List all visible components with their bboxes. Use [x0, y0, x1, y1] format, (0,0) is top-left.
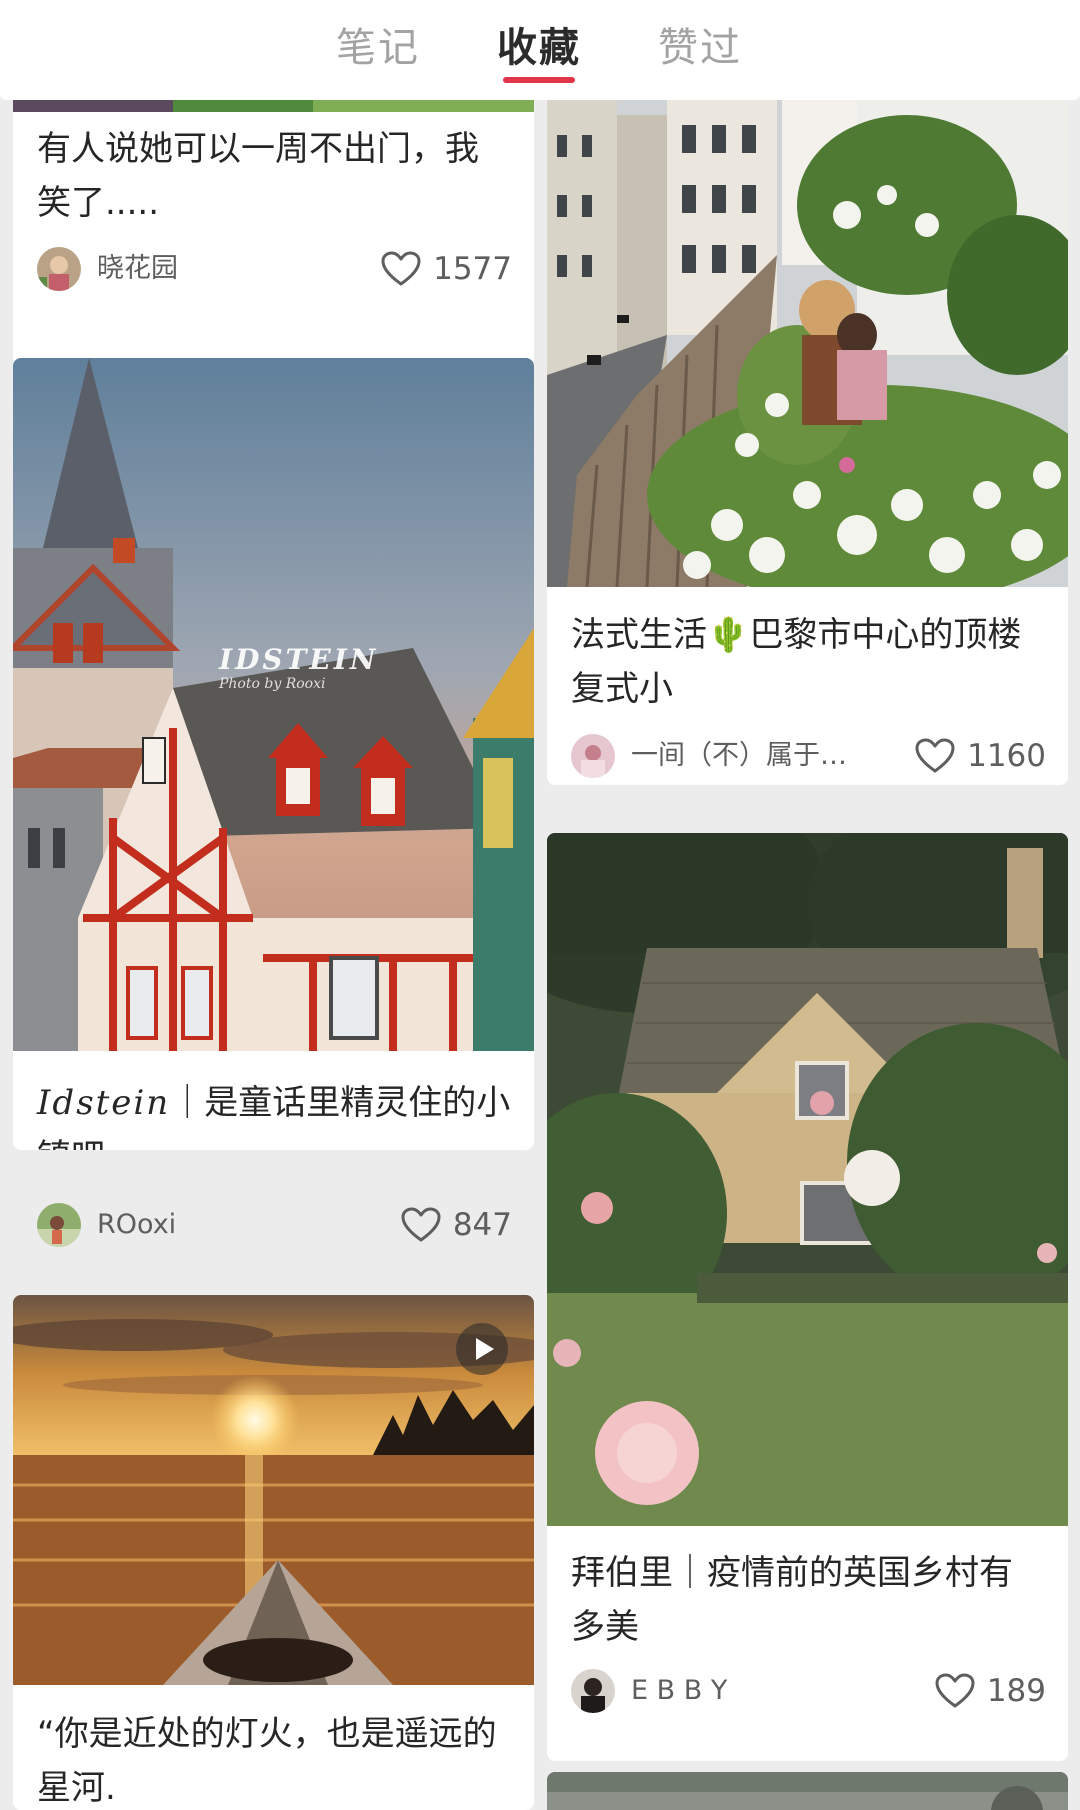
english-cottage-photo	[547, 833, 1068, 1526]
like-button[interactable]: 847	[401, 1200, 512, 1250]
heart-icon	[401, 1207, 441, 1242]
like-count: 189	[986, 1673, 1046, 1709]
avatar[interactable]	[37, 1203, 81, 1247]
like-button[interactable]: 189	[935, 1666, 1046, 1716]
note-card[interactable]: 法式生活🌵巴黎市中心的顶楼复式小 一间（不）属于… 1160	[547, 95, 1068, 785]
top-tab-bar: 笔记 收藏 赞过	[0, 0, 1080, 100]
tab-liked[interactable]: 赞过	[658, 18, 742, 78]
author-name[interactable]: 一间（不）属于…	[631, 731, 847, 781]
note-title: “你是近处的灯火，也是遥远的星河.	[37, 1714, 497, 1808]
note-title: Idstein｜是童话里精灵住的小镇吧	[37, 1076, 512, 1150]
like-button[interactable]: 1577	[381, 244, 512, 294]
heart-icon	[935, 1673, 975, 1708]
note-meta: 一间（不）属于… 1160	[571, 731, 1046, 781]
note-title: 法式生活🌵巴黎市中心的顶楼复式小	[571, 615, 1022, 709]
note-title: 有人说她可以一周不出门，我笑了.....	[37, 129, 479, 223]
author-name[interactable]: E B B Y	[631, 1666, 727, 1716]
active-tab-indicator	[503, 77, 575, 83]
tab-notes[interactable]: 笔记	[336, 18, 420, 78]
play-icon	[456, 1323, 508, 1375]
cover-watermark-credit: Photo by Rooxi	[219, 676, 326, 692]
note-card[interactable]: “你是近处的灯火，也是遥远的星河.	[13, 1295, 534, 1810]
sunset-kayak-photo	[13, 1295, 534, 1685]
like-count: 1160	[967, 738, 1046, 774]
tab-favorites[interactable]: 收藏	[497, 18, 581, 78]
note-meta: E B B Y 189	[571, 1666, 1046, 1716]
avatar[interactable]	[571, 734, 615, 778]
like-count: 847	[452, 1207, 512, 1243]
note-card[interactable]: IDSTEIN Photo by Rooxi Idstein｜是童话里精灵住的小…	[13, 358, 534, 1150]
avatar[interactable]	[571, 1669, 615, 1713]
author-name[interactable]: ROoxi	[97, 1200, 176, 1250]
note-meta: 晓花园 1577	[37, 244, 512, 294]
note-meta: ROoxi 847	[37, 1200, 512, 1250]
paris-rooftop-terrace-photo	[547, 95, 1068, 587]
note-card[interactable]: 拜伯里｜疫情前的英国乡村有多美 E B B Y 189	[547, 833, 1068, 1761]
like-button[interactable]: 1160	[915, 731, 1046, 781]
like-count: 1577	[433, 251, 512, 287]
note-title-latin: Idstein	[37, 1083, 171, 1123]
heart-icon	[381, 251, 421, 286]
next-note-cover	[547, 1772, 1068, 1810]
author-name[interactable]: 晓花园	[97, 244, 178, 294]
note-title: 拜伯里｜疫情前的英国乡村有多美	[571, 1553, 1013, 1647]
heart-icon	[915, 738, 955, 773]
cover-watermark: IDSTEIN	[219, 643, 379, 676]
note-card[interactable]	[547, 1772, 1068, 1810]
avatar[interactable]	[37, 247, 81, 291]
half-timbered-town-photo: IDSTEIN Photo by Rooxi	[13, 358, 534, 1051]
